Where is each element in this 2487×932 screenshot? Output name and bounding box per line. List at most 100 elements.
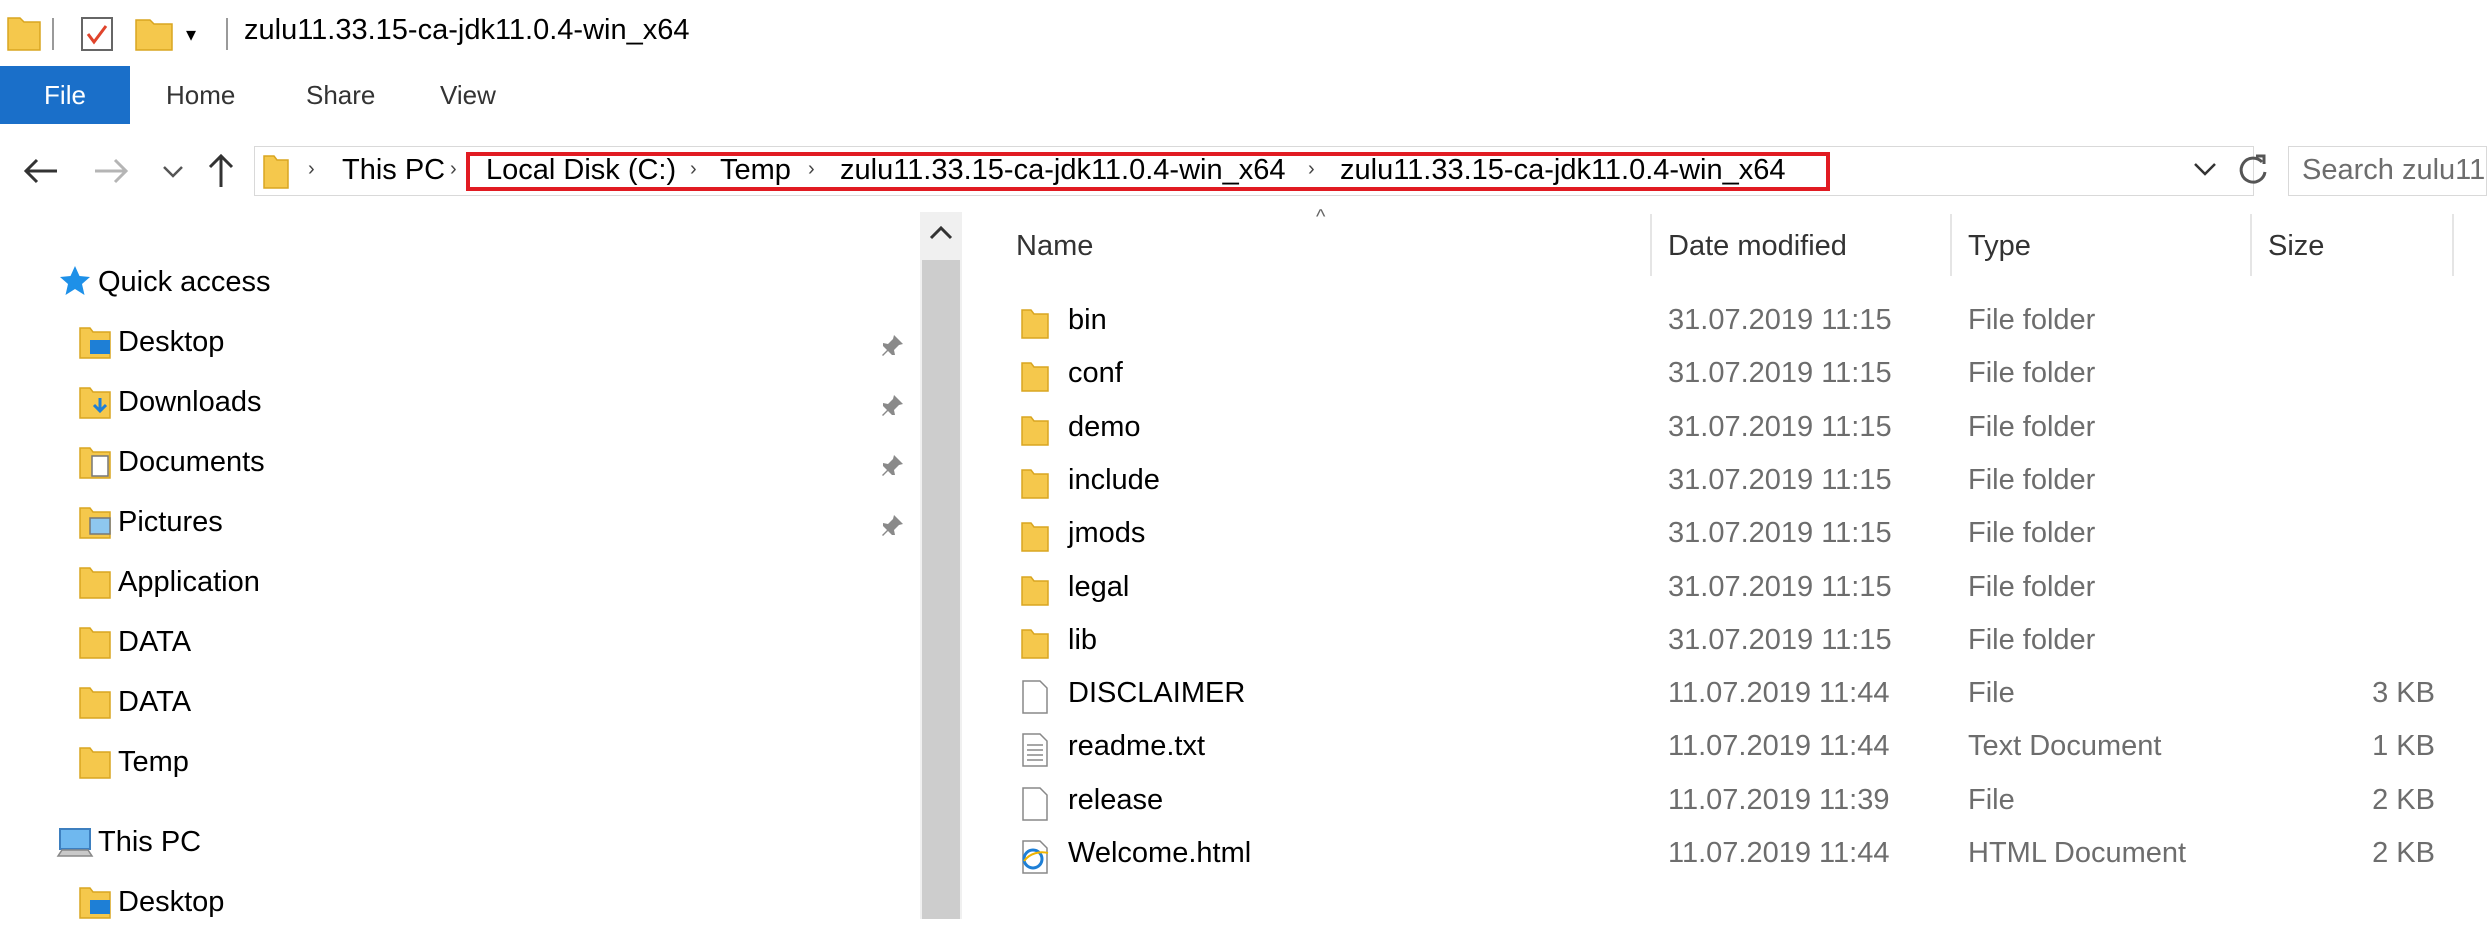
column-header-date[interactable]: Date modified xyxy=(1668,230,1847,263)
forward-button[interactable] xyxy=(86,146,136,196)
file-size: 2 KB xyxy=(2372,837,2435,869)
nav-label: Desktop xyxy=(118,326,225,358)
file-type: File folder xyxy=(1968,304,2096,336)
file-size: 1 KB xyxy=(2372,730,2435,763)
sort-ascending-icon: ^ xyxy=(1316,206,1326,228)
nav-item-downloads[interactable]: Downloads xyxy=(0,376,910,432)
desktop-folder-icon xyxy=(79,327,111,359)
file-row[interactable]: include 31.07.2019 11:15 File folder xyxy=(1010,456,2487,509)
column-header-size[interactable]: Size xyxy=(2268,230,2324,263)
file-row[interactable]: legal 31.07.2019 11:15 File folder xyxy=(1010,563,2487,616)
nav-label: Temp xyxy=(118,746,189,778)
nav-quick-access[interactable]: Quick access xyxy=(0,256,900,312)
column-divider[interactable] xyxy=(2452,214,2454,276)
file-date: 11.07.2019 11:44 xyxy=(1668,677,1890,710)
file-row[interactable]: release 11.07.2019 11:39 File 2 KB xyxy=(1010,776,2487,829)
folder-icon xyxy=(1021,522,1049,552)
file-date: 11.07.2019 11:44 xyxy=(1668,730,1890,763)
file-name: lib xyxy=(1068,623,1098,656)
file-type: File folder xyxy=(1968,517,2096,550)
file-date: 31.07.2019 11:15 xyxy=(1668,463,1892,496)
file-name: legal xyxy=(1068,570,1130,603)
file-row[interactable]: bin 31.07.2019 11:15 File folder xyxy=(1010,296,2487,349)
file-type: File folder xyxy=(1968,410,2096,443)
pin-icon[interactable] xyxy=(880,512,906,538)
file-type: Text Document xyxy=(1968,730,2162,763)
chevron-right-icon[interactable]: › xyxy=(308,158,315,181)
folder-icon xyxy=(1021,362,1049,393)
new-folder-icon[interactable] xyxy=(134,14,174,54)
file-type: File folder xyxy=(1968,623,2096,656)
nav-item-data[interactable]: DATA xyxy=(0,676,910,732)
up-button[interactable] xyxy=(196,146,246,196)
nav-item-data[interactable]: DATA xyxy=(0,616,910,672)
file-date: 11.07.2019 11:44 xyxy=(1668,837,1890,869)
nav-label: Application xyxy=(118,566,260,598)
folder-icon xyxy=(79,567,111,599)
breadcrumb-this-pc[interactable]: This PC xyxy=(342,154,445,187)
file-type: File xyxy=(1968,677,2015,710)
nav-item-this-pc-desktop[interactable]: Desktop xyxy=(0,876,900,932)
tab-share[interactable]: Share xyxy=(306,66,375,124)
documents-folder-icon xyxy=(79,447,111,479)
separator xyxy=(52,18,54,50)
file-name: jmods xyxy=(1068,517,1146,550)
customize-dropdown-icon[interactable]: ▾ xyxy=(186,22,196,47)
file-row[interactable]: lib 31.07.2019 11:15 File folder xyxy=(1010,616,2487,669)
file-name: bin xyxy=(1068,304,1107,336)
scroll-up-button[interactable] xyxy=(926,220,956,251)
file-row[interactable]: demo 31.07.2019 11:15 File folder xyxy=(1010,403,2487,456)
file-size: 3 KB xyxy=(2372,677,2435,710)
file-name: include xyxy=(1068,463,1160,496)
nav-item-application[interactable]: Application xyxy=(0,556,910,612)
address-highlight xyxy=(466,152,1830,191)
back-button[interactable] xyxy=(16,146,66,196)
chevron-down-icon xyxy=(163,166,183,178)
column-header-type[interactable]: Type xyxy=(1968,230,2031,263)
tab-home[interactable]: Home xyxy=(166,66,235,124)
file-name: DISCLAIMER xyxy=(1068,677,1246,710)
column-header-name[interactable]: Name xyxy=(1016,230,1093,263)
properties-icon[interactable] xyxy=(78,14,118,54)
file-date: 31.07.2019 11:15 xyxy=(1668,623,1892,656)
pin-icon[interactable] xyxy=(880,332,906,358)
column-divider[interactable] xyxy=(1950,214,1952,276)
nav-item-documents[interactable]: Documents xyxy=(0,436,910,492)
address-history-button[interactable] xyxy=(2190,154,2220,189)
file-date: 31.07.2019 11:15 xyxy=(1668,570,1892,603)
file-size: 2 KB xyxy=(2372,783,2435,816)
nav-item-temp[interactable]: Temp xyxy=(0,736,910,792)
arrow-right-icon xyxy=(95,158,129,184)
file-row[interactable]: readme.txt 11.07.2019 11:44 Text Document 1… xyxy=(1010,722,2487,775)
pin-icon[interactable] xyxy=(880,392,906,418)
file-icon xyxy=(1022,786,1048,821)
file-row[interactable]: Welcome.html 11.07.2019 11:44 HTML Documen… xyxy=(1010,829,2487,882)
file-row[interactable]: conf 31.07.2019 11:15 File folder xyxy=(1010,349,2487,402)
file-date: 11.07.2019 11:39 xyxy=(1668,783,1890,816)
folder-icon xyxy=(1021,309,1049,339)
file-row[interactable]: jmods 31.07.2019 11:15 File folder xyxy=(1010,509,2487,562)
nav-scroll-thumb[interactable] xyxy=(922,260,960,919)
separator xyxy=(226,18,228,50)
arrow-up-icon xyxy=(208,153,234,187)
folder-icon xyxy=(1021,629,1049,659)
desktop-folder-icon xyxy=(79,887,111,919)
nav-label: Quick access xyxy=(98,266,271,298)
chevron-right-icon[interactable]: › xyxy=(450,158,457,181)
column-divider[interactable] xyxy=(2250,214,2252,276)
folder-icon xyxy=(79,747,111,779)
nav-label: This PC xyxy=(98,826,202,858)
file-icon xyxy=(1022,680,1048,714)
star-icon xyxy=(60,266,90,295)
nav-item-desktop[interactable]: Desktop xyxy=(0,316,910,372)
tab-view[interactable]: View xyxy=(440,66,496,124)
tab-file[interactable]: File xyxy=(0,66,130,124)
nav-item-pictures[interactable]: Pictures xyxy=(0,496,910,552)
search-input[interactable]: Search zulu11 xyxy=(2302,154,2487,187)
recent-locations-button[interactable] xyxy=(148,146,198,196)
refresh-button[interactable] xyxy=(2232,150,2272,195)
pin-icon[interactable] xyxy=(880,452,906,478)
column-divider[interactable] xyxy=(1650,214,1652,276)
nav-this-pc[interactable]: This PC xyxy=(0,816,900,872)
file-row[interactable]: DISCLAIMER 11.07.2019 11:44 File 3 KB xyxy=(1010,669,2487,722)
